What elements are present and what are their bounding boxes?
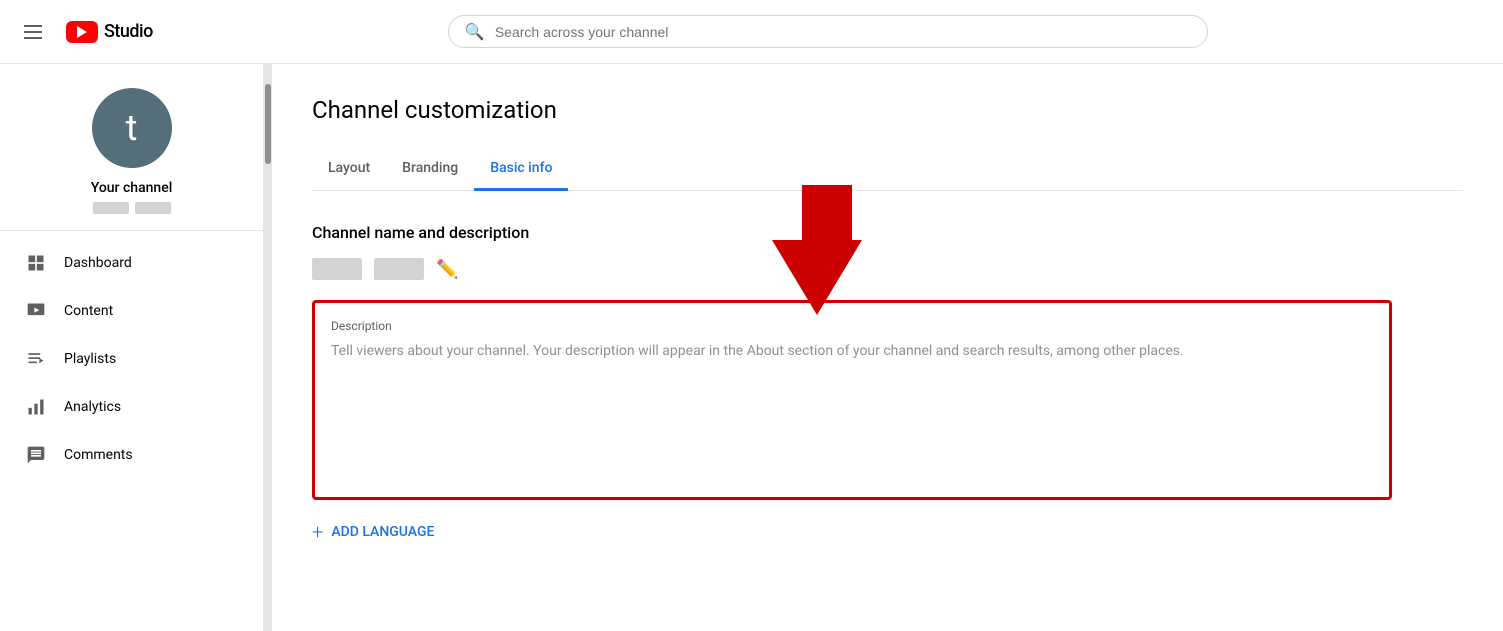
avatar: t — [92, 88, 172, 168]
logo[interactable]: Studio — [66, 21, 153, 43]
header: Studio 🔍 — [0, 0, 1503, 64]
section-title: Channel name and description — [312, 223, 1463, 242]
channel-name-row: ✏️ — [312, 258, 1463, 280]
menu-button[interactable] — [16, 17, 50, 47]
page-title: Channel customization — [312, 96, 1463, 124]
dashboard-label: Dashboard — [64, 255, 132, 271]
description-label: Description — [331, 319, 1373, 333]
sidebar-item-comments[interactable]: Comments — [0, 431, 263, 479]
plus-icon: + — [312, 520, 323, 544]
body: t Your channel Dashboard Content — [0, 64, 1503, 631]
channel-handle — [93, 202, 171, 214]
red-arrow-indicator — [792, 185, 862, 315]
content-icon — [24, 299, 48, 323]
channel-profile: t Your channel — [0, 64, 263, 231]
comments-label: Comments — [64, 447, 133, 463]
sidebar-item-dashboard[interactable]: Dashboard — [0, 239, 263, 287]
add-language-button[interactable]: + ADD LANGUAGE — [312, 520, 1463, 544]
search-input[interactable] — [495, 24, 1191, 40]
name-block-1 — [312, 258, 362, 280]
main-content: Channel customization Layout Branding Ba… — [272, 64, 1503, 631]
sidebar-item-content[interactable]: Content — [0, 287, 263, 335]
content-label: Content — [64, 303, 113, 319]
playlists-icon — [24, 347, 48, 371]
sidebar-scrollbar[interactable] — [264, 64, 272, 631]
sidebar-item-playlists[interactable]: Playlists — [0, 335, 263, 383]
header-left: Studio — [16, 17, 153, 47]
add-language-label: ADD LANGUAGE — [331, 524, 434, 540]
youtube-logo-icon — [66, 21, 98, 43]
arrow-wrapper: Description Tell viewers about your chan… — [312, 300, 1463, 500]
analytics-label: Analytics — [64, 399, 121, 415]
scroll-thumb — [265, 84, 271, 164]
handle-placeholder-2 — [135, 202, 171, 214]
channel-name-section: Channel name and description ✏️ Descript… — [312, 223, 1463, 544]
playlists-label: Playlists — [64, 351, 116, 367]
edit-icon[interactable]: ✏️ — [436, 259, 458, 280]
sidebar: t Your channel Dashboard Content — [0, 64, 264, 631]
description-placeholder: Tell viewers about your channel. Your de… — [331, 341, 1373, 362]
search-icon: 🔍 — [465, 22, 485, 41]
handle-placeholder-1 — [93, 202, 129, 214]
tab-branding[interactable]: Branding — [386, 148, 474, 191]
nav-items: Dashboard Content Playlists — [0, 231, 263, 487]
analytics-icon — [24, 395, 48, 419]
dashboard-icon — [24, 251, 48, 275]
description-container[interactable]: Description Tell viewers about your chan… — [312, 300, 1392, 500]
tabs: Layout Branding Basic info — [312, 148, 1463, 191]
studio-label: Studio — [104, 21, 153, 42]
channel-name-label: Your channel — [91, 180, 173, 196]
tab-basic-info[interactable]: Basic info — [474, 148, 568, 191]
search-bar[interactable]: 🔍 — [448, 15, 1208, 48]
sidebar-item-analytics[interactable]: Analytics — [0, 383, 263, 431]
comments-icon — [24, 443, 48, 467]
tab-layout[interactable]: Layout — [312, 148, 386, 191]
name-block-2 — [374, 258, 424, 280]
